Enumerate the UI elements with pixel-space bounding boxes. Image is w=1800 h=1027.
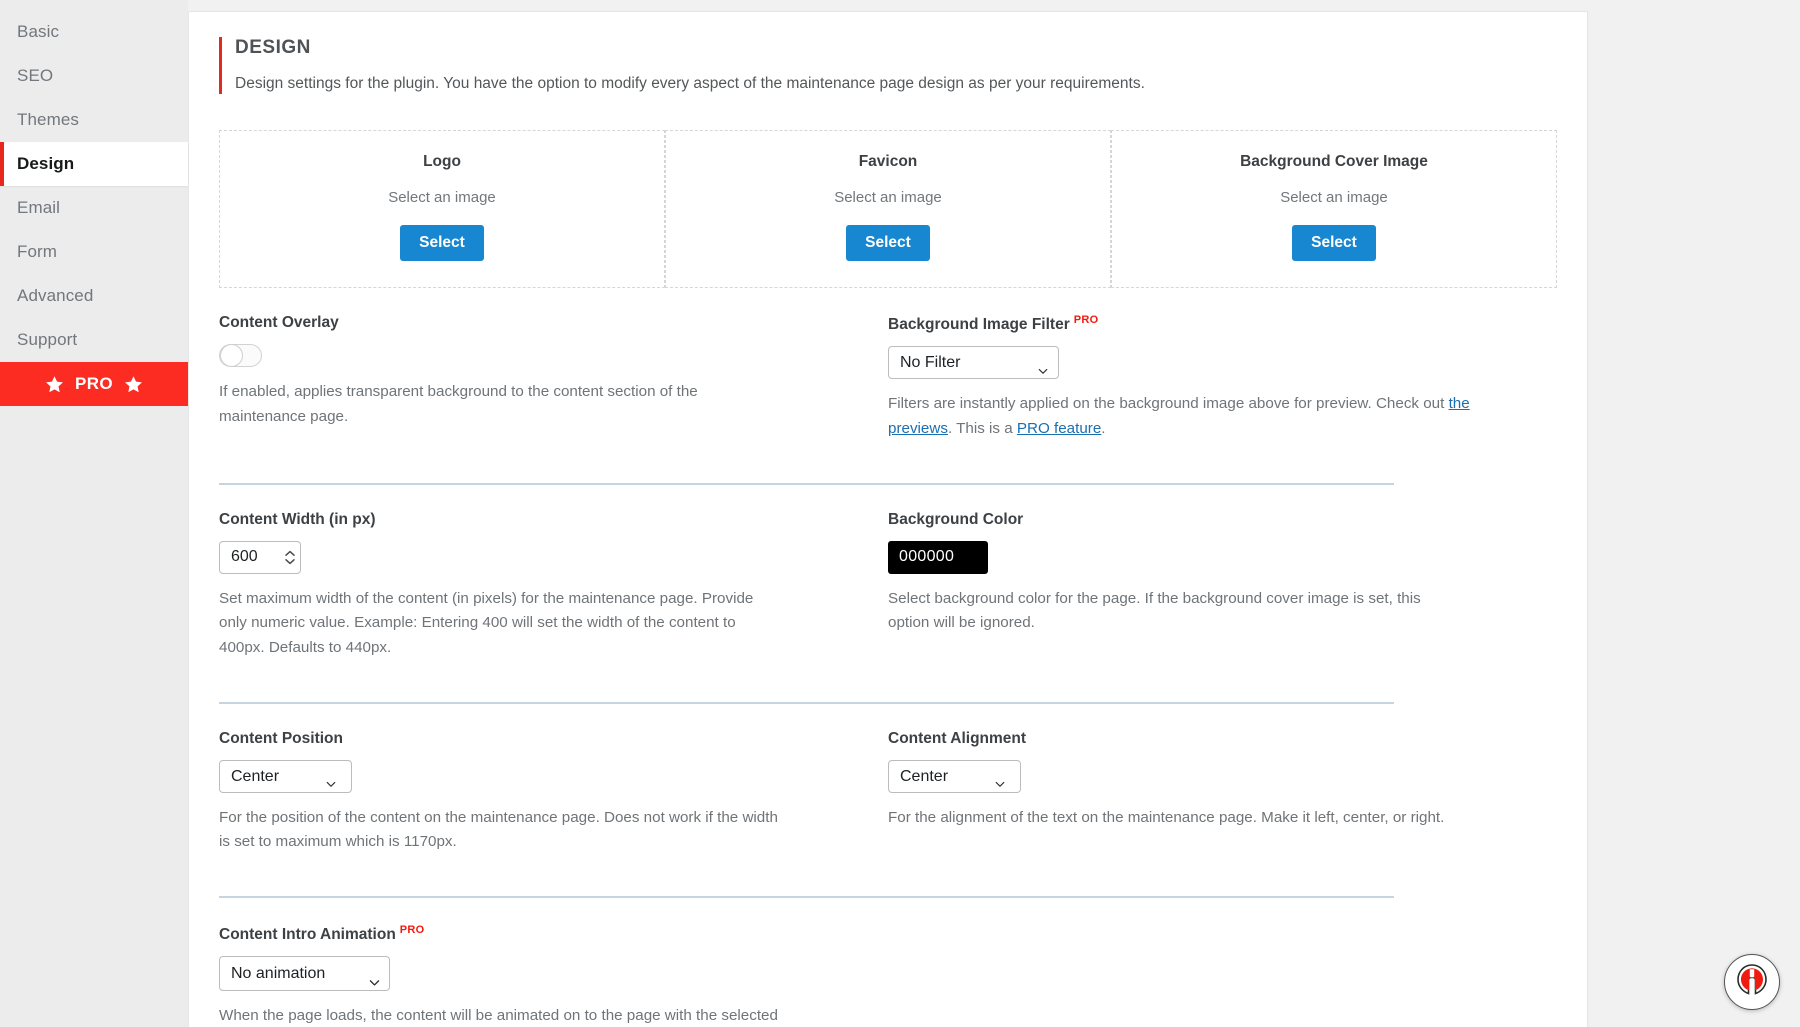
label-text: Content Intro Animation [219,926,396,943]
content-intro-animation-help: When the page loads, the content will be… [219,1004,779,1027]
settings-row-intro-animation: Content Intro AnimationPRO No animation … [219,898,1557,1027]
background-image-filter-label: Background Image Filter PRO [888,314,1537,334]
background-color-help: Select background color for the page. If… [888,587,1448,636]
media-box-subtitle: Select an image [230,189,654,206]
sidebar-item-label: Advanced [17,286,93,306]
settings-row-position-alignment: Content Position Center For the position… [219,704,1557,870]
help-text-before: Filters are instantly applied on the bac… [888,395,1449,412]
field-background-color: Background Color 000000 Select backgroun… [888,511,1557,676]
content-intro-animation-label: Content Intro Animation PRO [219,924,838,944]
content-width-value: 600 [231,548,284,566]
content-intro-animation-select[interactable]: No animation [219,956,390,991]
media-box-subtitle: Select an image [676,189,1100,206]
chevron-up-icon [284,550,296,557]
chevron-down-icon [368,968,380,980]
content-width-help: Set maximum width of the content (in pix… [219,587,779,661]
content-width-input[interactable]: 600 [219,541,301,574]
content-width-label: Content Width (in px) [219,511,838,529]
content-position-label: Content Position [219,730,838,748]
help-text-after: . [1101,420,1105,437]
settings-card: DESIGN Design settings for the plugin. Y… [188,11,1588,1027]
select-value: No Filter [889,347,1058,378]
select-value: No animation [220,957,389,990]
sidebar-item-themes[interactable]: Themes [0,98,188,142]
select-favicon-button[interactable]: Select [846,225,930,261]
floating-logo-button[interactable] [1724,954,1780,1010]
sidebar-item-label: Basic [17,22,59,42]
media-box-subtitle: Select an image [1122,189,1546,206]
background-color-value: 000000 [899,548,954,566]
media-box-background-cover-image: Background Cover Image Select an image S… [1111,130,1557,288]
pro-badge: PRO [1074,314,1099,326]
sidebar-item-form[interactable]: Form [0,230,188,274]
background-image-filter-select[interactable]: No Filter [888,346,1059,379]
chevron-down-icon [994,770,1006,782]
content-position-help: For the position of the content on the m… [219,806,779,855]
star-icon [45,375,64,394]
sidebar-item-email[interactable]: Email [0,186,188,230]
chevron-down-icon [284,558,296,565]
media-box-title: Background Cover Image [1122,153,1546,171]
label-text: Background Image Filter [888,316,1070,333]
page-title: DESIGN [235,37,1557,59]
select-background-cover-image-button[interactable]: Select [1292,225,1376,261]
sidebar-item-label: Themes [17,110,79,130]
sidebar-pro-label: PRO [75,374,113,394]
content-alignment-help: For the alignment of the text on the mai… [888,806,1488,831]
page-header: DESIGN Design settings for the plugin. Y… [219,37,1557,94]
field-content-width: Content Width (in px) 600 Set maximum wi… [219,511,888,676]
pro-feature-link[interactable]: PRO feature [1017,420,1101,437]
select-logo-button[interactable]: Select [400,225,484,261]
wrench-logo-icon [1732,960,1772,1005]
settings-row-overlay-filter: Content Overlay If enabled, applies tran… [219,288,1557,457]
field-spacer [888,924,1557,1027]
media-upload-row: Logo Select an image Select Favicon Sele… [219,130,1557,288]
field-content-intro-animation: Content Intro AnimationPRO No animation … [219,924,888,1027]
star-icon [124,375,143,394]
sidebar-item-label: Support [17,330,77,350]
sidebar: Basic SEO Themes Design Email Form Advan… [0,0,188,1027]
media-box-title: Logo [230,153,654,171]
help-text-mid: . This is a [948,420,1017,437]
app-root: Basic SEO Themes Design Email Form Advan… [0,0,1800,1027]
field-content-alignment: Content Alignment Center For the alignme… [888,730,1557,870]
background-color-swatch[interactable]: 000000 [888,541,988,574]
page-subtitle: Design settings for the plugin. You have… [235,74,1557,94]
background-image-filter-help: Filters are instantly applied on the bac… [888,392,1488,441]
sidebar-item-advanced[interactable]: Advanced [0,274,188,318]
sidebar-item-label: Email [17,198,60,218]
field-content-position: Content Position Center For the position… [219,730,888,870]
content-position-select[interactable]: Center [219,760,352,793]
sidebar-item-seo[interactable]: SEO [0,54,188,98]
number-stepper[interactable] [284,550,296,565]
content-alignment-select[interactable]: Center [888,760,1021,793]
content-overlay-toggle[interactable] [219,344,262,367]
pro-badge: PRO [400,924,425,936]
media-box-logo: Logo Select an image Select [219,130,665,288]
content-alignment-label: Content Alignment [888,730,1537,748]
media-box-favicon: Favicon Select an image Select [665,130,1111,288]
settings-row-width-color: Content Width (in px) 600 Set maximum wi… [219,485,1557,676]
help-text-before: When the page loads, the content will be… [219,1007,778,1027]
sidebar-item-label: Form [17,242,57,262]
field-background-image-filter: Background Image Filter PRO No Filter Fil… [888,314,1557,457]
chevron-down-icon [1037,357,1049,369]
content-overlay-label: Content Overlay [219,314,838,332]
toggle-knob [220,344,243,367]
sidebar-item-basic[interactable]: Basic [0,10,188,54]
content-overlay-help: If enabled, applies transparent backgrou… [219,380,779,429]
sidebar-item-support[interactable]: Support [0,318,188,362]
sidebar-item-label: SEO [17,66,53,86]
background-color-label: Background Color [888,511,1537,529]
chevron-down-icon [325,770,337,782]
media-box-title: Favicon [676,153,1100,171]
sidebar-item-label: Design [17,154,74,174]
field-content-overlay: Content Overlay If enabled, applies tran… [219,314,888,457]
sidebar-pro-button[interactable]: PRO [0,362,188,406]
main-content: DESIGN Design settings for the plugin. Y… [188,0,1800,1027]
sidebar-item-design[interactable]: Design [0,142,188,186]
